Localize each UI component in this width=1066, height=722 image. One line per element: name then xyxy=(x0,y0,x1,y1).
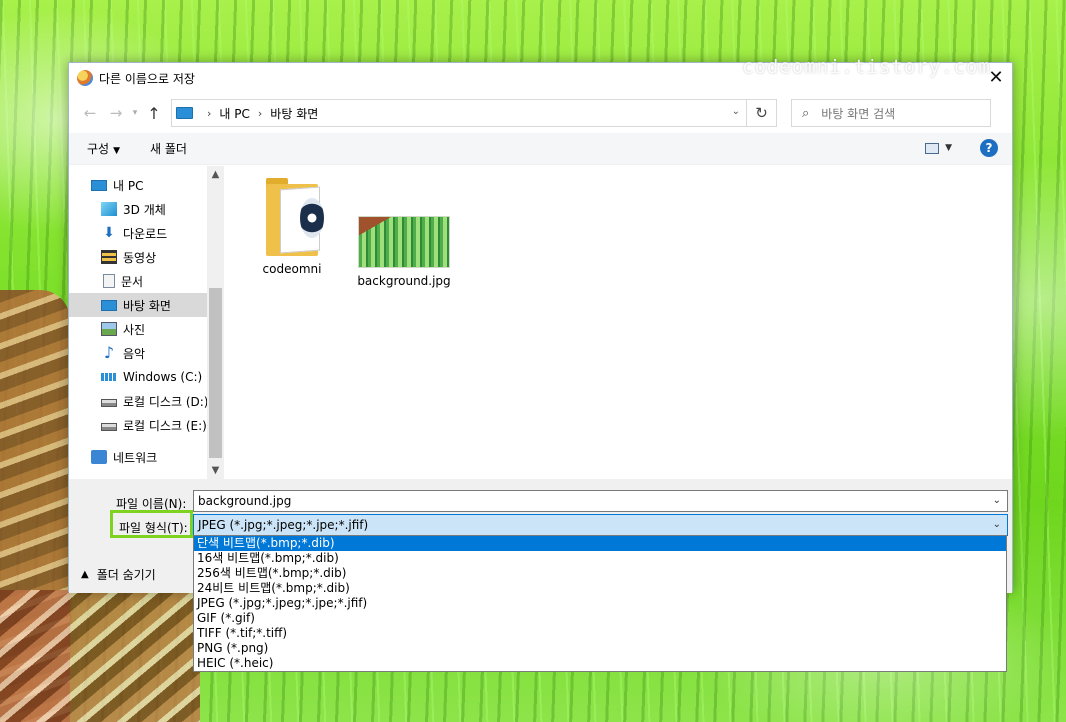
nav-item-windows-c[interactable]: Windows (C:) xyxy=(69,365,224,389)
windows-drive-icon xyxy=(101,373,117,381)
breadcrumb-separator[interactable]: › xyxy=(207,107,211,120)
filetype-option[interactable]: PNG (*.png) xyxy=(194,641,1006,656)
command-bar: 구성 ▼ 새 폴더 ▼ ? xyxy=(69,133,1012,165)
organize-label: 구성 xyxy=(87,142,110,156)
breadcrumb-desktop[interactable]: 바탕 화면 xyxy=(270,105,318,122)
nav-item-local-disk-d[interactable]: 로컬 디스크 (D:) xyxy=(69,389,224,413)
nav-label: 음악 xyxy=(123,346,146,361)
drive-icon xyxy=(101,423,117,431)
new-folder-button[interactable]: 새 폴더 xyxy=(150,140,187,157)
up-button[interactable]: ↑ xyxy=(141,104,167,123)
file-item-image[interactable]: background.jpg xyxy=(356,176,452,288)
nav-label: 내 PC xyxy=(113,178,144,193)
nav-item-documents[interactable]: 문서 xyxy=(69,269,224,293)
nav-item-3d-objects[interactable]: 3D 개체 xyxy=(69,197,224,221)
nav-label: 사진 xyxy=(123,322,146,337)
nav-label: Windows (C:) xyxy=(123,370,203,384)
hide-folders-label: 폴더 숨기기 xyxy=(96,568,156,582)
nav-label: 3D 개체 xyxy=(123,202,166,217)
scroll-up-icon[interactable]: ▲ xyxy=(207,166,224,183)
network-icon xyxy=(91,450,107,464)
nav-item-pictures[interactable]: 사진 xyxy=(69,317,224,341)
nav-label: 문서 xyxy=(121,274,144,289)
file-name: codeomni xyxy=(262,262,322,276)
filetype-option[interactable]: 24비트 비트맵(*.bmp;*.dib) xyxy=(194,581,1006,596)
breadcrumb-separator[interactable]: › xyxy=(258,107,262,120)
scroll-thumb[interactable] xyxy=(209,288,222,458)
desktop-icon xyxy=(101,299,117,311)
annotation-highlight-box xyxy=(110,510,193,538)
organize-button[interactable]: 구성 ▼ xyxy=(87,140,120,157)
search-icon: ⌕ xyxy=(802,105,810,121)
nav-scrollbar[interactable]: ▲ ▼ xyxy=(207,166,224,479)
back-button[interactable]: ← xyxy=(77,104,103,122)
file-item-folder[interactable]: codeomni xyxy=(244,176,340,276)
dialog-title: 다른 이름으로 저장 xyxy=(99,71,195,86)
image-thumbnail xyxy=(358,216,450,268)
chevron-down-icon[interactable]: ⌄ xyxy=(993,519,1001,530)
scroll-down-icon[interactable]: ▼ xyxy=(207,462,224,479)
document-icon xyxy=(103,274,115,288)
save-as-dialog: 다른 이름으로 저장 ✕ ← → ▾ ↑ › 내 PC › 바탕 화면 ⌄ ↻ … xyxy=(68,62,1013,593)
background-roof-lower xyxy=(0,590,200,722)
nav-item-desktop[interactable]: 바탕 화면 xyxy=(69,293,207,317)
nav-item-downloads[interactable]: ⬇ 다운로드 xyxy=(69,221,224,245)
chevron-up-icon: ▲ xyxy=(81,569,89,580)
filetype-value: JPEG (*.jpg;*.jpeg;*.jpe;*.jfif) xyxy=(198,518,369,532)
filename-input[interactable]: background.jpg ⌄ xyxy=(193,490,1008,512)
video-icon xyxy=(101,250,117,264)
nav-label: 동영상 xyxy=(123,250,157,265)
filetype-option[interactable]: HEIC (*.heic) xyxy=(194,656,1006,671)
download-icon: ⬇ xyxy=(103,225,115,241)
folder-icon xyxy=(266,176,324,256)
pc-icon xyxy=(176,107,193,119)
file-name: background.jpg xyxy=(357,274,451,288)
filetype-option[interactable]: TIFF (*.tif;*.tiff) xyxy=(194,626,1006,641)
forward-button[interactable]: → xyxy=(103,104,129,122)
address-dropdown-icon[interactable]: ⌄ xyxy=(732,106,740,117)
hide-folders-button[interactable]: ▲ 폴더 숨기기 xyxy=(81,566,156,583)
nav-label: 네트워크 xyxy=(113,450,158,465)
filetype-option[interactable]: 16색 비트맵(*.bmp;*.dib) xyxy=(194,551,1006,566)
filetype-select[interactable]: JPEG (*.jpg;*.jpeg;*.jpe;*.jfif) ⌄ xyxy=(193,514,1008,536)
chevron-down-icon: ▼ xyxy=(113,146,121,156)
3d-objects-icon xyxy=(101,202,117,216)
nav-item-music[interactable]: ♪ 음악 xyxy=(69,341,224,365)
address-row: ← → ▾ ↑ › 내 PC › 바탕 화면 ⌄ ↻ ⌕ 바탕 화면 검색 xyxy=(69,93,1012,133)
nav-item-network[interactable]: 네트워크 xyxy=(69,445,224,469)
pc-icon xyxy=(91,179,107,191)
address-bar[interactable]: › 내 PC › 바탕 화면 ⌄ xyxy=(171,99,747,127)
filetype-option[interactable]: JPEG (*.jpg;*.jpeg;*.jpe;*.jfif) xyxy=(194,596,1006,611)
navigation-pane: 내 PC 3D 개체 ⬇ 다운로드 동영상 문서 바탕 화면 사진 ♪ 음악 W… xyxy=(69,166,224,479)
view-options-icon[interactable] xyxy=(925,142,940,154)
nav-label: 바탕 화면 xyxy=(123,298,171,313)
nav-label: 다운로드 xyxy=(123,226,168,241)
filetype-option[interactable]: GIF (*.gif) xyxy=(194,611,1006,626)
nav-label: 로컬 디스크 (D:) xyxy=(123,394,209,409)
filetype-dropdown-list: 단색 비트맵(*.bmp;*.dib) 16색 비트맵(*.bmp;*.dib)… xyxy=(193,535,1007,672)
view-dropdown-icon[interactable]: ▼ xyxy=(945,143,952,153)
filetype-option[interactable]: 256색 비트맵(*.bmp;*.dib) xyxy=(194,566,1006,581)
breadcrumb-pc[interactable]: 내 PC xyxy=(219,105,249,122)
search-input[interactable]: ⌕ 바탕 화면 검색 xyxy=(791,99,991,127)
nav-item-videos[interactable]: 동영상 xyxy=(69,245,224,269)
drive-icon xyxy=(101,399,117,407)
filename-value: background.jpg xyxy=(198,494,292,508)
refresh-button[interactable]: ↻ xyxy=(747,99,777,127)
watermark: codeomni.tistory.com xyxy=(742,56,991,78)
picture-icon xyxy=(101,322,117,336)
nav-label: 로컬 디스크 (E:) xyxy=(123,418,207,433)
help-button[interactable]: ? xyxy=(980,139,998,157)
nav-item-this-pc[interactable]: 내 PC xyxy=(69,173,224,197)
search-placeholder: 바탕 화면 검색 xyxy=(821,106,896,121)
recent-locations-dropdown[interactable]: ▾ xyxy=(129,108,141,118)
nav-item-local-disk-e[interactable]: 로컬 디스크 (E:) xyxy=(69,413,224,437)
paint-app-icon xyxy=(77,70,93,86)
browser-body: 내 PC 3D 개체 ⬇ 다운로드 동영상 문서 바탕 화면 사진 ♪ 음악 W… xyxy=(69,166,1012,479)
filetype-option[interactable]: 단색 비트맵(*.bmp;*.dib) xyxy=(194,536,1006,551)
music-icon: ♪ xyxy=(103,343,115,362)
chevron-down-icon[interactable]: ⌄ xyxy=(993,495,1001,506)
